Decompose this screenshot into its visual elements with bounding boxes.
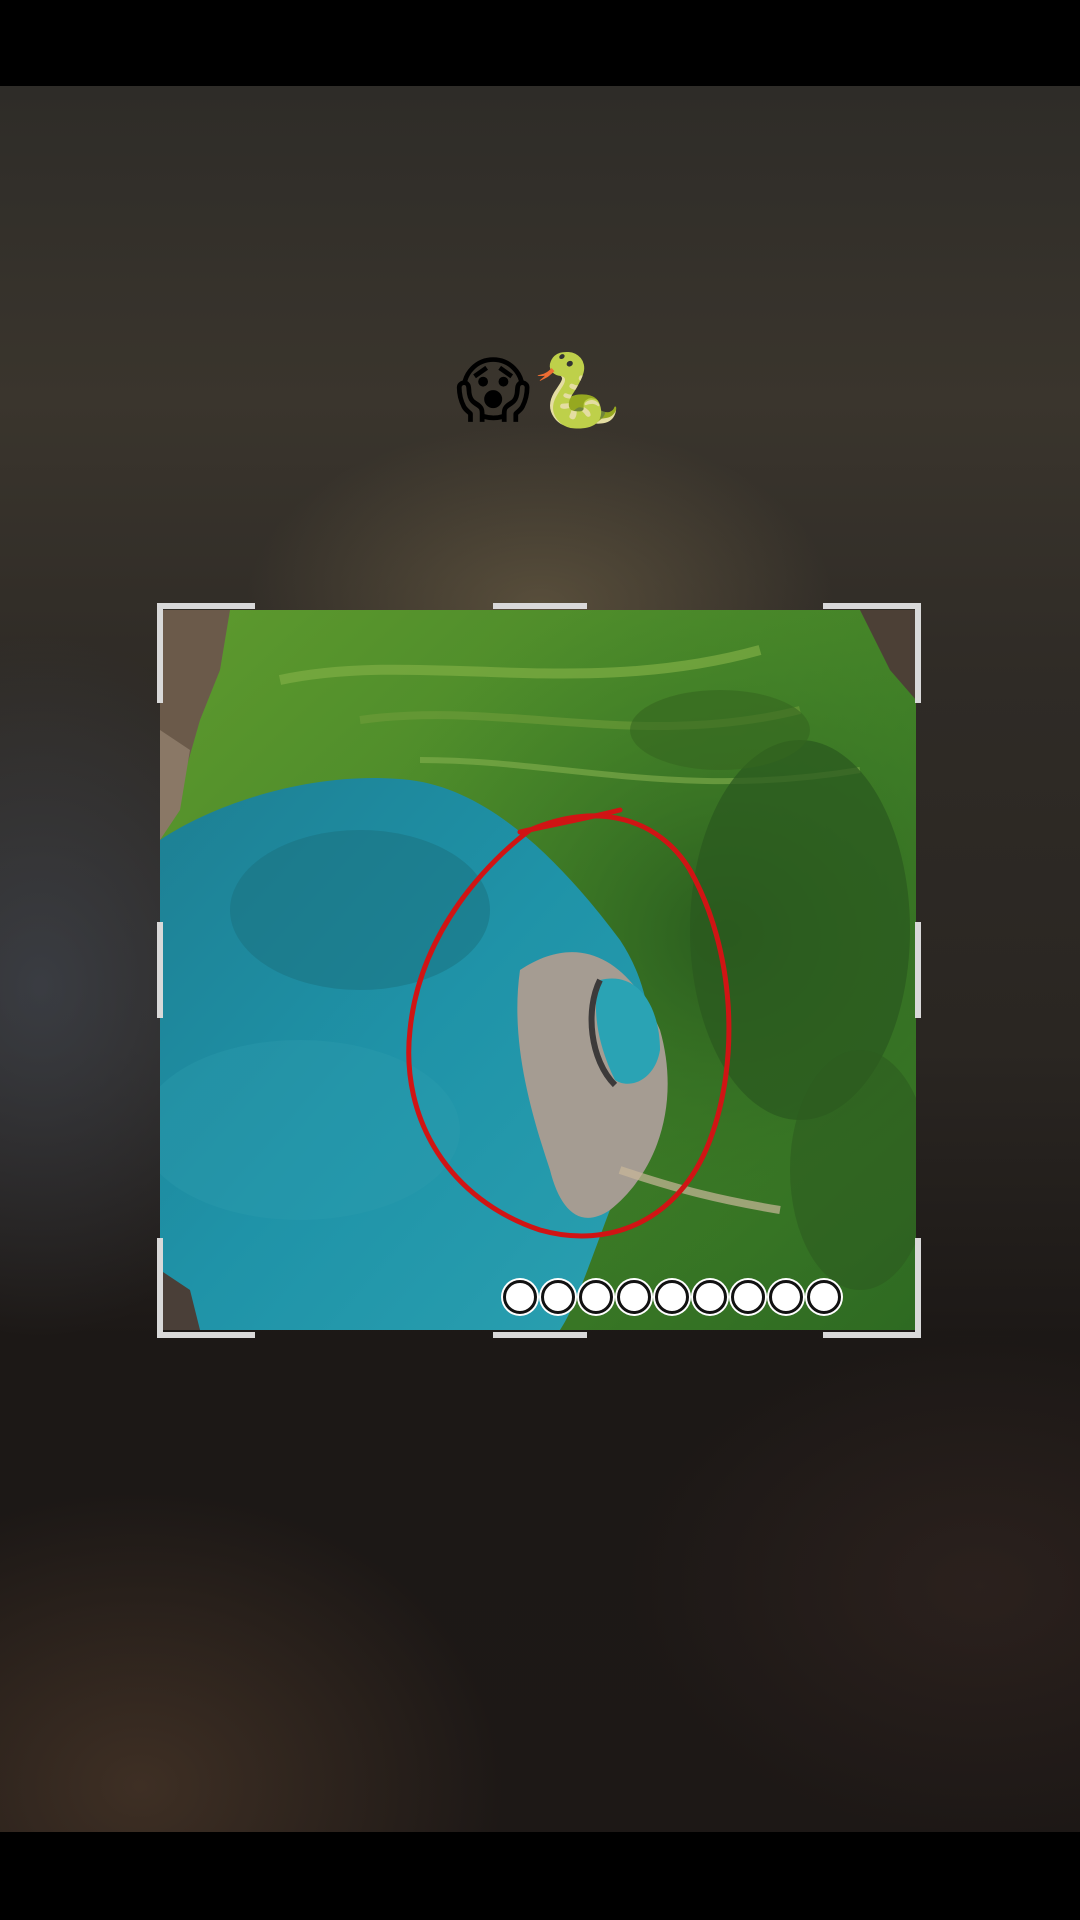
crop-handle-bottom-center[interactable]	[493, 1332, 587, 1338]
crop-handle-top-left-vertical[interactable]	[157, 603, 163, 703]
crop-handle-top-center[interactable]	[493, 603, 587, 609]
crop-handle-right-center[interactable]	[915, 922, 921, 1018]
crop-handle-top-right-vertical[interactable]	[915, 603, 921, 703]
aerial-lagoon-photo[interactable]	[160, 610, 916, 1330]
progress-dot	[807, 1280, 841, 1314]
crop-handle-top-left[interactable]	[157, 603, 255, 609]
caption-emoji-text: 😱🐍	[455, 348, 625, 432]
progress-dots	[503, 1280, 841, 1320]
top-black-bar	[0, 0, 1080, 86]
crop-handle-bottom-left[interactable]	[157, 1332, 255, 1338]
crop-handle-bottom-left-vertical[interactable]	[157, 1238, 163, 1338]
progress-dot	[579, 1280, 613, 1314]
progress-dot	[541, 1280, 575, 1314]
bottom-black-bar	[0, 1832, 1080, 1920]
crop-handle-bottom-right-vertical[interactable]	[915, 1238, 921, 1338]
progress-dot	[769, 1280, 803, 1314]
progress-dot	[655, 1280, 689, 1314]
screen: 😱🐍	[0, 0, 1080, 1920]
progress-dot	[617, 1280, 651, 1314]
progress-dot	[693, 1280, 727, 1314]
progress-dot	[731, 1280, 765, 1314]
crop-handle-left-center[interactable]	[157, 922, 163, 1018]
crop-handle-bottom-right[interactable]	[823, 1332, 921, 1338]
progress-dot	[503, 1280, 537, 1314]
crop-handle-top-right[interactable]	[823, 603, 921, 609]
